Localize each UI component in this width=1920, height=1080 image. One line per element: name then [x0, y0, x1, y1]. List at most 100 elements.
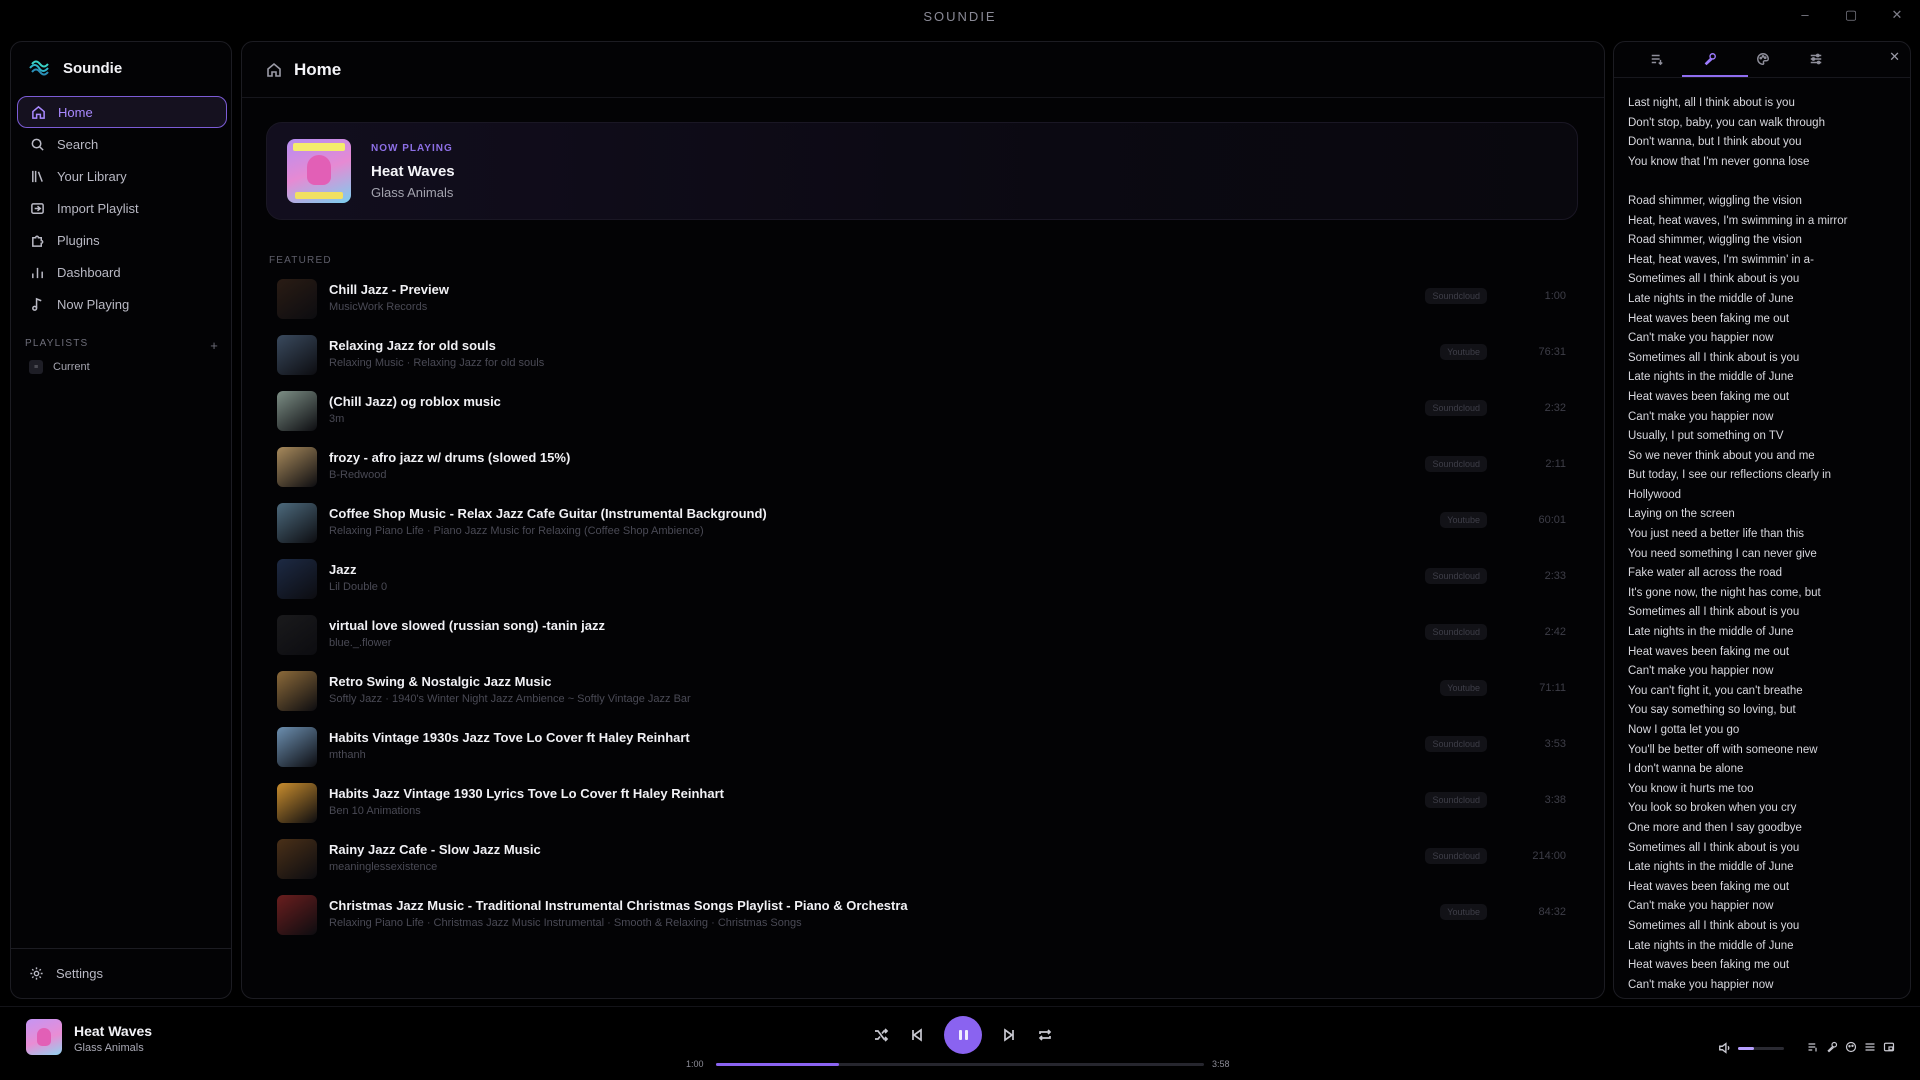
track-row[interactable]: (Chill Jazz) og roblox music 3m Soundcloud… — [266, 384, 1578, 440]
track-subtitle: Lil Double 0 — [329, 581, 388, 593]
track-duration: 76:31 — [1538, 346, 1566, 358]
pause-button[interactable] — [944, 1016, 982, 1054]
track-row[interactable]: Jazz Lil Double 0 Soundcloud 2:33 — [266, 552, 1578, 608]
lyric-line: Sometimes all I think about is you — [1628, 351, 1800, 364]
track-duration: 2:33 — [1544, 570, 1566, 582]
queue-toggle-button[interactable] — [1806, 1040, 1820, 1054]
track-thumbnail — [277, 447, 317, 487]
now-playing-card[interactable]: NOW PLAYING Heat Waves Glass Animals — [266, 122, 1578, 220]
miniplayer-icon — [1883, 1042, 1895, 1052]
sidebar-item-plugins[interactable]: Plugins — [17, 224, 227, 256]
lyric-line: Don't wanna, but I think about you — [1628, 136, 1802, 149]
track-title: Christmas Jazz Music - Traditional Instr… — [329, 898, 908, 913]
source-badge: Youtube — [1440, 512, 1487, 528]
volume-fill — [1738, 1047, 1755, 1050]
tab-equalizer[interactable] — [1807, 50, 1825, 68]
lyric-line: Heat waves been faking me out — [1628, 312, 1790, 325]
sliders-icon — [1865, 1043, 1875, 1051]
lyric-line: You just need a better life than this — [1628, 528, 1805, 541]
track-row[interactable]: Retro Swing & Nostalgic Jazz Music Softly… — [266, 664, 1578, 720]
track-row[interactable]: Coffee Shop Music - Relax Jazz Cafe Guit… — [266, 496, 1578, 552]
panel-tabs: ✕ — [1614, 42, 1910, 78]
track-row[interactable]: Christmas Jazz Music - Traditional Instr… — [266, 888, 1578, 944]
now-playing-title: Heat Waves — [371, 163, 455, 180]
sidebar-item-now-playing[interactable]: Now Playing — [17, 288, 227, 320]
lyrics-text: Last night, all I think about is you Don'… — [1628, 94, 1904, 995]
player-album-art[interactable] — [26, 1019, 62, 1055]
close-panel-button[interactable]: ✕ — [1889, 49, 1900, 65]
add-playlist-button[interactable]: + — [210, 338, 219, 353]
palette-icon — [1845, 1041, 1857, 1053]
track-duration: 2:32 — [1544, 402, 1566, 414]
playlist-item-label: Current — [53, 361, 90, 373]
progress-bar[interactable] — [716, 1063, 1204, 1066]
main-content: Home NOW PLAYING Heat Waves Glass Animal… — [241, 41, 1605, 999]
sidebar-item-label: Home — [58, 104, 93, 120]
track-row[interactable]: Relaxing Jazz for old souls Relaxing Musi… — [266, 328, 1578, 384]
lyric-line: Heat, heat waves, I'm swimming in a mirr… — [1628, 214, 1848, 227]
theme-toggle-button[interactable] — [1844, 1040, 1858, 1054]
sidebar-item-dashboard[interactable]: Dashboard — [17, 256, 227, 288]
track-row[interactable]: frozy - afro jazz w/ drums (slowed 15%) B… — [266, 440, 1578, 496]
lyric-line: I don't wanna be alone — [1628, 763, 1744, 776]
track-title: Chill Jazz - Preview — [329, 282, 449, 297]
track-row[interactable]: virtual love slowed (russian song) -tani… — [266, 608, 1578, 664]
source-badge: Soundcloud — [1425, 848, 1487, 864]
track-duration: 1:00 — [1544, 290, 1566, 302]
microphone-icon — [1827, 1041, 1838, 1053]
lyric-line: Last night, all I think about is you — [1628, 97, 1795, 109]
lyrics-toggle-button[interactable] — [1825, 1040, 1839, 1054]
lyric-line: You can't fight it, you can't breathe — [1628, 684, 1803, 697]
player-track-title[interactable]: Heat Waves — [74, 1023, 152, 1039]
lyric-line: Heat waves been faking me out — [1628, 390, 1790, 403]
track-row[interactable]: Rainy Jazz Cafe - Slow Jazz Music meaning… — [266, 832, 1578, 888]
source-badge: Soundcloud — [1425, 568, 1487, 584]
track-duration: 3:53 — [1544, 738, 1566, 750]
lyric-line: Can't make you happier now — [1628, 900, 1774, 913]
lyric-line: Sometimes all I think about is you — [1628, 606, 1800, 619]
queue-icon — [1651, 54, 1663, 66]
player-track-artist[interactable]: Glass Animals — [74, 1042, 144, 1054]
sidebar-item-library[interactable]: Your Library — [17, 160, 227, 192]
track-title: virtual love slowed (russian song) -tani… — [329, 618, 605, 633]
minimize-button[interactable]: – — [1796, 6, 1814, 24]
track-title: Habits Jazz Vintage 1930 Lyrics Tove Lo … — [329, 786, 724, 801]
track-row[interactable]: Chill Jazz - Preview MusicWork Records Sou… — [266, 272, 1578, 328]
track-thumbnail — [277, 783, 317, 823]
track-subtitle: blue._.flower — [329, 637, 392, 649]
repeat-button[interactable] — [1036, 1026, 1054, 1044]
equalizer-toggle-button[interactable] — [1863, 1040, 1877, 1054]
track-duration: 60:01 — [1538, 514, 1566, 526]
chart-icon — [29, 264, 45, 280]
now-playing-artist: Glass Animals — [371, 185, 454, 200]
track-row[interactable]: Habits Vintage 1930s Jazz Tove Lo Cover … — [266, 720, 1578, 776]
tab-lyrics[interactable] — [1701, 50, 1719, 68]
sidebar-item-home[interactable]: Home — [17, 96, 227, 128]
progress-fill — [716, 1063, 839, 1066]
sliders-icon — [1810, 53, 1822, 65]
lyric-line: Late nights in the middle of June — [1628, 861, 1794, 874]
tab-theme[interactable] — [1754, 50, 1772, 68]
next-button[interactable] — [1000, 1026, 1018, 1044]
sidebar-item-import-playlist[interactable]: Import Playlist — [17, 192, 227, 224]
sidebar-item-label: Search — [57, 136, 99, 152]
settings-button[interactable]: Settings — [29, 966, 103, 981]
lyric-line: You'll be better off with someone new — [1628, 743, 1818, 756]
skip-forward-icon — [1004, 1028, 1014, 1042]
sidebar-item-search[interactable]: Search — [17, 128, 227, 160]
volume-button[interactable] — [1718, 1041, 1732, 1060]
page-title: Home — [294, 59, 342, 79]
close-window-button[interactable]: ✕ — [1888, 6, 1906, 24]
track-row[interactable]: Habits Jazz Vintage 1930 Lyrics Tove Lo … — [266, 776, 1578, 832]
volume-slider[interactable] — [1738, 1047, 1784, 1050]
previous-button[interactable] — [908, 1026, 926, 1044]
miniplayer-toggle-button[interactable] — [1882, 1040, 1896, 1054]
shuffle-button[interactable] — [872, 1026, 890, 1044]
track-subtitle: B-Redwood — [329, 469, 387, 481]
playlist-item-current[interactable]: ≡ Current — [29, 360, 90, 374]
playlists-heading-label: PLAYLISTS — [25, 338, 89, 349]
maximize-button[interactable]: ▢ — [1842, 6, 1860, 24]
track-subtitle: Relaxing Piano Life · Piano Jazz Music f… — [329, 525, 704, 537]
tab-queue[interactable] — [1648, 50, 1666, 68]
track-subtitle: Ben 10 Animations — [329, 805, 421, 817]
